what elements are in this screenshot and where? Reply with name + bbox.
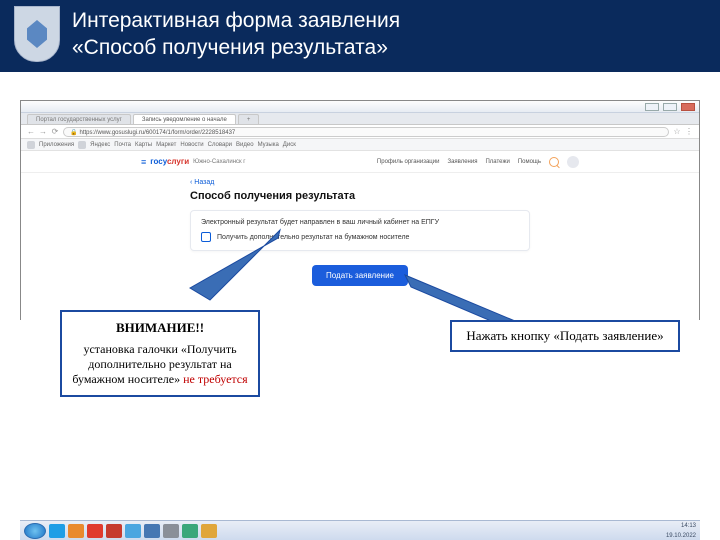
callout-attention-title: ВНИМАНИЕ!! <box>72 320 248 336</box>
callout-attention-body: установка галочки «Получить дополнительн… <box>72 342 248 387</box>
tray-date: 19.10.2022 <box>666 533 696 539</box>
bookmarks-bar: Приложения Яндекс Почта Карты Маркет Нов… <box>21 139 699 151</box>
url-text: https://www.gosuslugi.ru/600174/1/form/o… <box>79 130 235 136</box>
bookmark-icon <box>78 141 86 149</box>
info-text: Электронный результат будет направлен в … <box>201 219 519 226</box>
tray-time: 14:13 <box>681 523 696 529</box>
windows-taskbar: 14:13 19.10.2022 <box>20 520 700 540</box>
taskbar-app-icon[interactable] <box>68 524 84 538</box>
header-link[interactable]: Помощь <box>518 159 541 165</box>
bookmark-item[interactable]: Приложения <box>39 142 74 148</box>
page-title: Способ получения результата <box>190 190 530 202</box>
submit-button[interactable]: Подать заявление <box>312 265 408 286</box>
bookmark-item[interactable]: Видео <box>236 142 254 148</box>
header-link[interactable]: Заявления <box>447 159 477 165</box>
page-content: ‹ Назад Способ получения результата Элек… <box>21 173 699 321</box>
window-maximize-button[interactable] <box>663 103 677 111</box>
browser-tabs: Портал государственных услуг Запись увед… <box>21 113 699 125</box>
forward-icon[interactable]: → <box>39 128 47 136</box>
bookmark-item[interactable]: Новости <box>180 142 203 148</box>
hamburger-icon[interactable]: ≡ <box>141 157 146 167</box>
browser-window: Портал государственных услуг Запись увед… <box>20 100 700 320</box>
taskbar-app-icon[interactable] <box>87 524 103 538</box>
apps-icon[interactable] <box>27 141 35 149</box>
taskbar-app-icon[interactable] <box>163 524 179 538</box>
city-label[interactable]: Южно-Сахалинск г <box>193 159 245 165</box>
window-titlebar <box>21 101 699 113</box>
header-link[interactable]: Профиль организации <box>377 159 440 165</box>
window-close-button[interactable] <box>681 103 695 111</box>
back-icon[interactable]: ← <box>27 128 35 136</box>
taskbar-app-icon[interactable] <box>49 524 65 538</box>
taskbar-app-icon[interactable] <box>125 524 141 538</box>
menu-icon[interactable]: ⋮ <box>685 128 693 136</box>
address-input[interactable]: 🔒https://www.gosuslugi.ru/600174/1/form/… <box>63 127 669 137</box>
start-button[interactable] <box>24 523 46 539</box>
taskbar-app-icon[interactable] <box>201 524 217 538</box>
callout-arrow-left <box>150 230 290 320</box>
slide-header: Интерактивная форма заявления «Способ по… <box>0 0 720 72</box>
new-tab-button[interactable]: + <box>238 114 260 124</box>
star-icon[interactable]: ☆ <box>673 128 681 136</box>
lock-icon: 🔒 <box>70 130 77 136</box>
callout-submit: Нажать кнопку «Подать заявление» <box>450 320 680 352</box>
system-tray[interactable]: 14:13 19.10.2022 <box>666 523 696 539</box>
bookmark-item[interactable]: Диск <box>283 142 296 148</box>
taskbar-app-icon[interactable] <box>182 524 198 538</box>
bookmark-item[interactable]: Карты <box>135 142 152 148</box>
window-minimize-button[interactable] <box>645 103 659 111</box>
avatar-icon[interactable] <box>567 156 579 168</box>
bookmark-item[interactable]: Почта <box>114 142 131 148</box>
address-bar-row: ← → ⟳ 🔒https://www.gosuslugi.ru/600174/1… <box>21 125 699 139</box>
header-link[interactable]: Платежи <box>485 159 509 165</box>
site-header: ≡ госуслуги Южно-Сахалинск г Профиль орг… <box>21 151 699 173</box>
browser-tab-active[interactable]: Запись уведомление о начале <box>133 114 236 124</box>
back-link[interactable]: ‹ Назад <box>190 179 530 186</box>
site-logo[interactable]: госуслуги <box>150 157 189 166</box>
reload-icon[interactable]: ⟳ <box>51 128 59 136</box>
bookmark-item[interactable]: Словари <box>208 142 232 148</box>
bookmark-item[interactable]: Маркет <box>156 142 176 148</box>
browser-tab[interactable]: Портал государственных услуг <box>27 114 131 124</box>
slide-title-line2: «Способ получения результата» <box>72 36 388 59</box>
slide-title: Интерактивная форма заявления «Способ по… <box>72 7 700 62</box>
callout-attention: ВНИМАНИЕ!! установка галочки «Получить д… <box>60 310 260 397</box>
taskbar-app-icon[interactable] <box>144 524 160 538</box>
taskbar-app-icon[interactable] <box>106 524 122 538</box>
header-links: Профиль организации Заявления Платежи По… <box>377 156 579 168</box>
search-icon[interactable] <box>549 157 559 167</box>
slide-title-line1: Интерактивная форма заявления <box>72 9 400 32</box>
bookmark-item[interactable]: Яндекс <box>90 142 110 148</box>
region-crest <box>14 6 60 62</box>
bookmark-item[interactable]: Музыка <box>258 142 279 148</box>
